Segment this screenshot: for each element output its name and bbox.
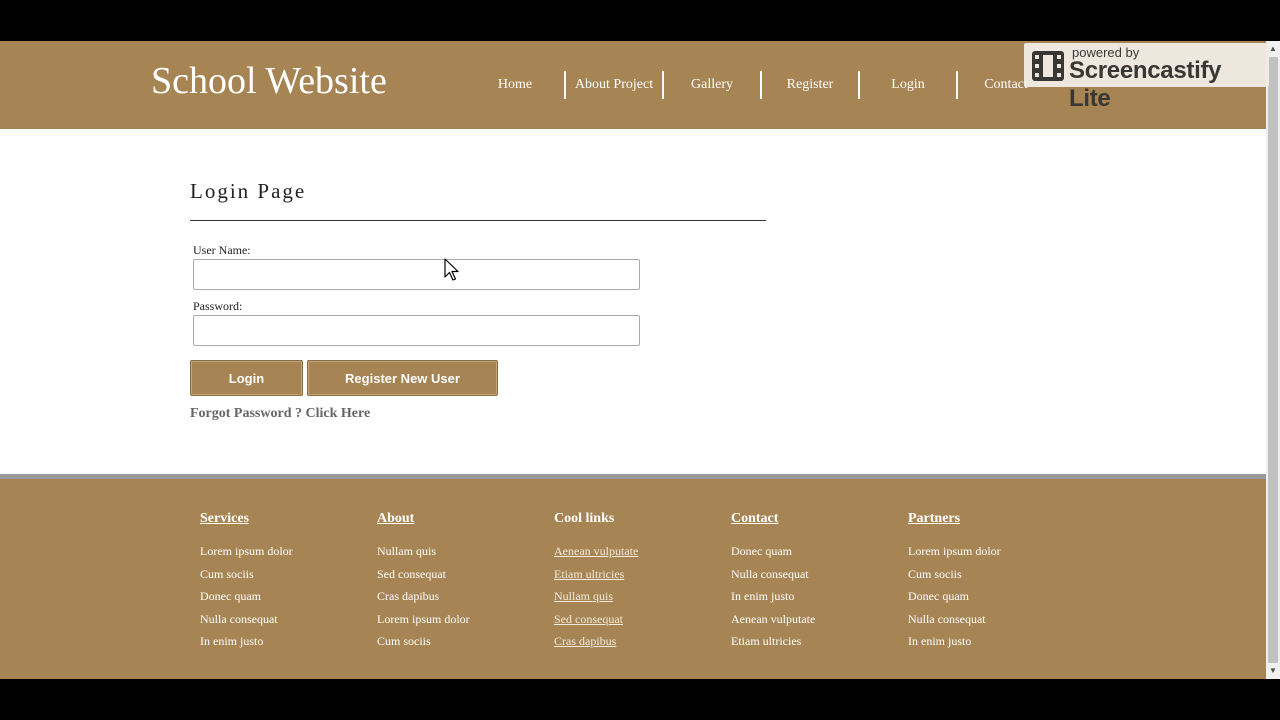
scroll-down-arrow-icon[interactable]: ▼ <box>1266 663 1280 679</box>
username-input[interactable] <box>193 259 640 290</box>
nav-gallery[interactable]: Gallery <box>662 71 760 99</box>
footer-heading-cool-links[interactable]: Cool links <box>554 511 638 527</box>
register-new-user-button[interactable]: Register New User <box>307 360 498 396</box>
screencastify-watermark: powered by Screencastify Lite <box>1024 43 1269 112</box>
site-title[interactable]: School Website <box>151 59 387 103</box>
footer-column-services: Services Lorem ipsum dolor Cum sociis Do… <box>200 511 293 653</box>
footer-item: Cras dapibus <box>377 589 440 604</box>
footer-item: Donec quam <box>731 544 792 558</box>
footer-column-contact: Contact Donec quam Nulla consequat In en… <box>731 511 815 653</box>
footer-item: Nulla consequat <box>731 566 809 581</box>
footer-heading-about[interactable]: About <box>377 511 470 527</box>
footer-item: Cum sociis <box>377 634 431 649</box>
footer-item: Lorem ipsum dolor <box>200 544 293 558</box>
footer-column-about: About Nullam quis Sed consequat Cras dap… <box>377 511 470 653</box>
nav-login[interactable]: Login <box>858 71 956 99</box>
footer-heading-partners[interactable]: Partners <box>908 511 1001 527</box>
footer-link[interactable]: Etiam ultricies <box>554 563 638 586</box>
nav-register[interactable]: Register <box>760 71 858 99</box>
password-input[interactable] <box>193 315 640 346</box>
nav-about-project[interactable]: About Project <box>564 71 662 99</box>
main-nav: Home About Project Gallery Register Logi… <box>466 71 1054 99</box>
footer-item: Etiam ultricies <box>731 634 802 649</box>
footer-link[interactable]: Sed consequat <box>554 608 638 631</box>
footer-item: Lorem ipsum dolor <box>908 544 1001 558</box>
footer-item: Lorem ipsum dolor <box>377 611 470 626</box>
footer-link[interactable]: Nullam quis <box>554 585 638 608</box>
mouse-pointer-icon <box>444 258 459 281</box>
browser-viewport: School Website Home About Project Galler… <box>0 41 1280 679</box>
footer-item: Donec quam <box>908 589 969 604</box>
heading-divider <box>190 220 766 221</box>
footer-item: Sed consequat <box>377 566 446 581</box>
password-label: Password: <box>193 299 243 313</box>
footer-column-partners: Partners Lorem ipsum dolor Cum sociis Do… <box>908 511 1001 653</box>
vertical-scrollbar[interactable]: ▲ ▼ <box>1266 41 1280 679</box>
footer-item: Donec quam <box>200 589 261 604</box>
username-label: User Name: <box>193 243 251 257</box>
page-title: Login Page <box>190 179 307 203</box>
footer-item: In enim justo <box>731 589 795 604</box>
footer-item: Cum sociis <box>200 566 254 581</box>
film-icon <box>1032 51 1064 81</box>
footer-heading-contact[interactable]: Contact <box>731 511 815 527</box>
watermark-brand: Screencastify Lite <box>1069 57 1222 112</box>
site-footer: Services Lorem ipsum dolor Cum sociis Do… <box>0 479 1266 679</box>
footer-item: Nullam quis <box>377 544 436 558</box>
footer-item: In enim justo <box>908 634 972 649</box>
scroll-thumb[interactable] <box>1268 57 1278 663</box>
footer-column-cool-links: Cool links Aenean vulputate Etiam ultric… <box>554 511 638 653</box>
forgot-password-link[interactable]: Forgot Password ? Click Here <box>190 406 370 422</box>
nav-home[interactable]: Home <box>466 71 564 99</box>
login-button[interactable]: Login <box>190 360 303 396</box>
footer-heading-services[interactable]: Services <box>200 511 293 527</box>
footer-item: Nulla consequat <box>908 611 986 626</box>
footer-item: Cum sociis <box>908 566 962 581</box>
footer-item: Aenean vulputate <box>731 611 816 626</box>
footer-link[interactable]: Cras dapibus <box>554 630 638 653</box>
footer-item: Nulla consequat <box>200 611 278 626</box>
footer-link[interactable]: Aenean vulputate <box>554 540 638 563</box>
footer-item: In enim justo <box>200 634 264 649</box>
